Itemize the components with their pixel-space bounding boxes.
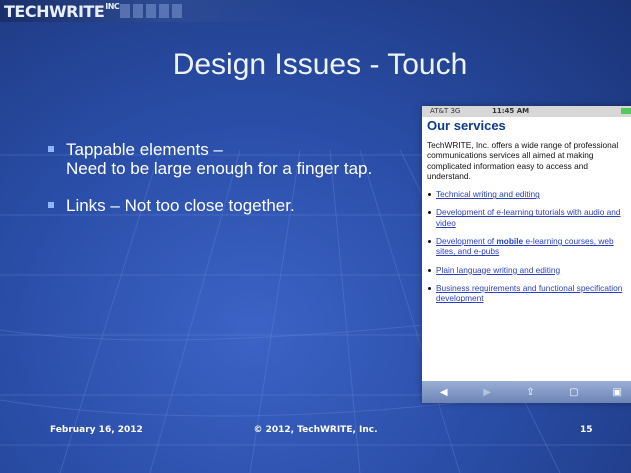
pages-icon[interactable]: ▣: [609, 387, 625, 398]
page-number: 15: [580, 425, 593, 435]
forward-arrow-icon[interactable]: ▶: [479, 387, 495, 398]
bullet-dot-icon: [428, 240, 431, 244]
footer-copyright: © 2012, TechWRITE, Inc.: [253, 425, 378, 435]
bullet-dot-icon: [428, 211, 431, 215]
bullet-dot-icon: [428, 193, 431, 197]
phone-screenshot: AT&T 3G 11:45 AM Our services TechWRITE,…: [422, 106, 631, 403]
slide: TECHWRITEINC Design Issues - Touch Tappa…: [0, 0, 631, 473]
battery-icon: [621, 108, 631, 114]
service-item[interactable]: Development of mobile e-learning courses…: [427, 236, 631, 257]
time-label: 11:45 AM: [492, 107, 530, 115]
bullet-label: Tappable elements –: [66, 140, 223, 159]
bullet-list: Tappable elements – Need to be large eno…: [48, 140, 398, 233]
service-item[interactable]: Business requirements and functional spe…: [427, 283, 631, 304]
logo-text: TECHWRITE: [4, 2, 105, 21]
service-link[interactable]: Development of e-learning tutorials with…: [436, 207, 620, 227]
banner-decoration: [120, 4, 182, 18]
service-link[interactable]: Plain language writing and editing: [436, 265, 560, 275]
service-item[interactable]: Development of e-learning tutorials with…: [427, 207, 631, 228]
slide-title: Design Issues - Touch: [172, 48, 468, 81]
back-arrow-icon[interactable]: ◀: [436, 387, 452, 398]
bullet-square-icon: [48, 202, 54, 208]
brand-banner: TECHWRITEINC: [0, 0, 300, 22]
logo-suffix: INC: [105, 2, 120, 11]
services-heading: Our services: [427, 118, 506, 133]
phone-status-bar: AT&T 3G 11:45 AM: [422, 106, 631, 117]
service-link[interactable]: Development of mobile e-learning courses…: [436, 236, 614, 256]
bookmarks-icon[interactable]: ▢: [566, 387, 582, 398]
service-item[interactable]: Plain language writing and editing: [427, 265, 631, 275]
service-item[interactable]: Technical writing and editing: [427, 189, 631, 199]
bullet-dot-icon: [428, 268, 431, 272]
service-link[interactable]: Technical writing and editing: [436, 189, 540, 199]
carrier-label: AT&T 3G: [430, 107, 461, 115]
bullet-square-icon: [48, 146, 54, 152]
techwrite-logo: TECHWRITEINC: [4, 2, 120, 21]
bullet-links: Links – Not too close together.: [48, 196, 398, 215]
bullet-label: Links – Not too close together.: [66, 196, 295, 215]
share-icon[interactable]: ⇪: [522, 387, 538, 398]
services-intro: TechWRITE, Inc. offers a wide range of p…: [427, 140, 619, 181]
browser-toolbar: ◀ ▶ ⇪ ▢ ▣: [422, 381, 631, 403]
bullet-dot-icon: [428, 286, 431, 290]
service-link[interactable]: Business requirements and functional spe…: [436, 283, 622, 303]
bullet-detail: Need to be large enough for a finger tap…: [66, 159, 373, 178]
services-list: Technical writing and editing Developmen…: [422, 189, 631, 303]
bullet-tappable: Tappable elements – Need to be large eno…: [48, 140, 398, 178]
